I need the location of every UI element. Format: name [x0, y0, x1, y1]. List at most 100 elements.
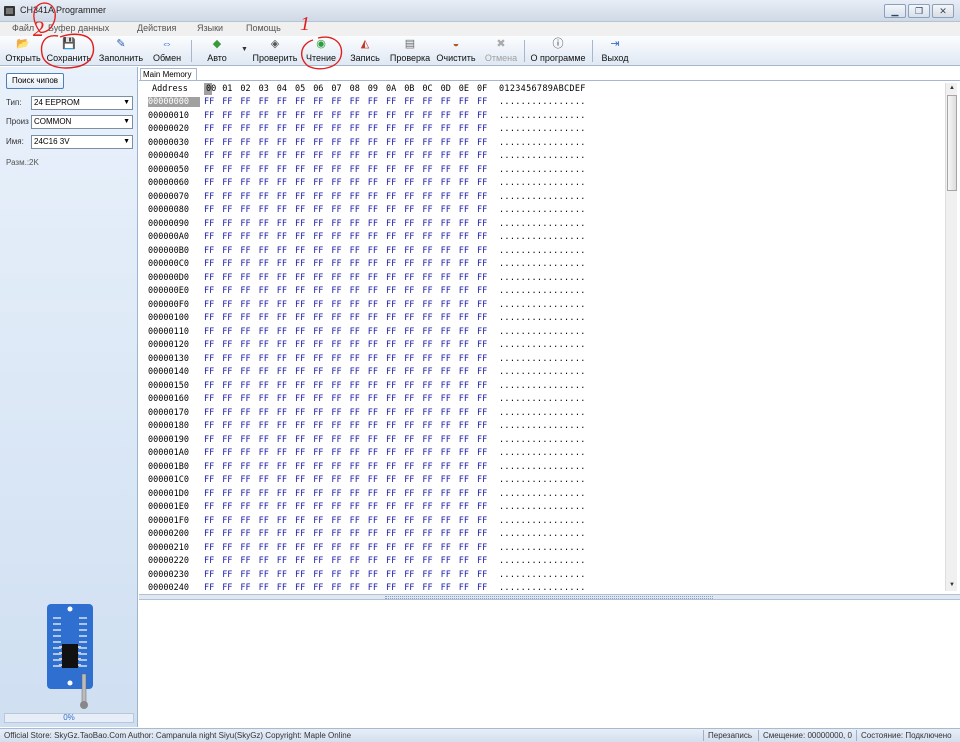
hex-byte[interactable]: FF	[368, 394, 378, 404]
hex-byte[interactable]: FF	[204, 529, 214, 539]
hex-byte[interactable]: FF	[350, 300, 360, 310]
hex-byte[interactable]: FF	[331, 273, 341, 283]
hex-byte[interactable]: FF	[313, 151, 323, 161]
hex-byte[interactable]: FF	[350, 111, 360, 121]
hex-byte[interactable]: FF	[404, 165, 414, 175]
hex-byte[interactable]: FF	[368, 273, 378, 283]
hex-byte[interactable]: FF	[259, 178, 269, 188]
hex-byte[interactable]: FF	[295, 111, 305, 121]
hex-byte[interactable]: FF	[368, 421, 378, 431]
hex-byte[interactable]: FF	[277, 489, 287, 499]
hex-byte[interactable]: FF	[368, 462, 378, 472]
hex-byte[interactable]: FF	[404, 556, 414, 566]
hex-byte[interactable]: FF	[204, 394, 214, 404]
hex-byte[interactable]: FF	[422, 246, 432, 256]
hex-byte[interactable]: FF	[350, 435, 360, 445]
hex-byte[interactable]: FF	[459, 313, 469, 323]
hex-byte[interactable]: FF	[295, 300, 305, 310]
hex-byte[interactable]: FF	[277, 570, 287, 580]
hex-byte[interactable]: FF	[313, 381, 323, 391]
hex-byte[interactable]: FF	[259, 286, 269, 296]
hex-byte[interactable]: FF	[313, 111, 323, 121]
hex-byte[interactable]: FF	[277, 462, 287, 472]
hex-byte[interactable]: FF	[331, 138, 341, 148]
hex-byte[interactable]: FF	[277, 313, 287, 323]
hex-byte[interactable]: FF	[368, 246, 378, 256]
hex-byte[interactable]: FF	[222, 151, 232, 161]
hex-byte[interactable]: FF	[477, 219, 487, 229]
hex-byte[interactable]: FF	[459, 286, 469, 296]
open-button[interactable]: 📂 Открыть	[4, 36, 42, 66]
hex-byte[interactable]: FF	[259, 232, 269, 242]
hex-byte[interactable]: FF	[477, 192, 487, 202]
hex-byte[interactable]: FF	[459, 259, 469, 269]
hex-byte[interactable]: FF	[204, 570, 214, 580]
hex-byte[interactable]: FF	[422, 205, 432, 215]
hex-byte[interactable]: FF	[331, 421, 341, 431]
hex-byte[interactable]: FF	[477, 151, 487, 161]
hex-byte[interactable]: FF	[441, 259, 451, 269]
hex-byte[interactable]: FF	[313, 516, 323, 526]
hex-byte[interactable]: FF	[331, 286, 341, 296]
hex-byte[interactable]: FF	[422, 178, 432, 188]
hex-byte[interactable]: FF	[277, 354, 287, 364]
hex-byte[interactable]: FF	[222, 205, 232, 215]
hex-byte[interactable]: FF	[386, 246, 396, 256]
splitter-grip[interactable]	[385, 596, 713, 599]
hex-byte[interactable]: FF	[404, 543, 414, 553]
hex-byte[interactable]: FF	[295, 178, 305, 188]
hex-byte[interactable]: FF	[422, 421, 432, 431]
hex-byte[interactable]: FF	[313, 354, 323, 364]
hex-byte[interactable]: FF	[422, 327, 432, 337]
hex-byte[interactable]: FF	[277, 205, 287, 215]
hex-byte[interactable]: FF	[350, 327, 360, 337]
hex-byte[interactable]: FF	[313, 529, 323, 539]
hex-byte[interactable]: FF	[295, 394, 305, 404]
hex-byte[interactable]: FF	[441, 583, 451, 591]
hex-byte[interactable]: FF	[259, 111, 269, 121]
hex-byte[interactable]: FF	[368, 165, 378, 175]
hex-byte[interactable]: FF	[204, 219, 214, 229]
hex-byte[interactable]: FF	[350, 205, 360, 215]
hex-byte[interactable]: FF	[259, 570, 269, 580]
scroll-up-icon[interactable]: ▲	[946, 83, 958, 94]
hex-byte[interactable]: FF	[350, 124, 360, 134]
hex-byte[interactable]: FF	[222, 489, 232, 499]
hex-byte[interactable]: FF	[459, 205, 469, 215]
hex-byte[interactable]: FF	[222, 124, 232, 134]
hex-byte[interactable]: FF	[422, 124, 432, 134]
hex-byte[interactable]: FF	[277, 394, 287, 404]
hex-byte[interactable]: FF	[422, 354, 432, 364]
hex-byte[interactable]: FF	[295, 286, 305, 296]
hex-byte[interactable]: FF	[386, 111, 396, 121]
hex-byte[interactable]: FF	[477, 421, 487, 431]
hex-byte[interactable]: FF	[422, 367, 432, 377]
hex-byte[interactable]: FF	[240, 340, 250, 350]
hex-byte[interactable]: FF	[350, 516, 360, 526]
hex-byte[interactable]: FF	[240, 232, 250, 242]
hex-byte[interactable]: FF	[313, 583, 323, 591]
hex-byte[interactable]: FF	[313, 556, 323, 566]
hex-byte[interactable]: FF	[368, 232, 378, 242]
hex-byte[interactable]: FF	[240, 502, 250, 512]
hex-byte[interactable]: FF	[404, 138, 414, 148]
hex-byte[interactable]: FF	[295, 327, 305, 337]
hex-byte[interactable]: FF	[331, 462, 341, 472]
hex-byte[interactable]: FF	[404, 111, 414, 121]
hex-byte[interactable]: FF	[313, 570, 323, 580]
hex-byte[interactable]: FF	[459, 273, 469, 283]
hex-byte[interactable]: FF	[240, 394, 250, 404]
hex-byte[interactable]: FF	[331, 556, 341, 566]
hex-byte[interactable]: FF	[386, 151, 396, 161]
hex-byte[interactable]: FF	[277, 502, 287, 512]
hex-byte[interactable]: FF	[350, 232, 360, 242]
hex-byte[interactable]: FF	[240, 354, 250, 364]
hex-byte[interactable]: FF	[240, 111, 250, 121]
hex-byte[interactable]: FF	[295, 219, 305, 229]
hex-byte[interactable]: FF	[350, 138, 360, 148]
hex-byte[interactable]: FF	[204, 502, 214, 512]
hex-byte[interactable]: FF	[459, 502, 469, 512]
hex-byte[interactable]: FF	[313, 340, 323, 350]
hex-byte[interactable]: FF	[313, 448, 323, 458]
hex-byte[interactable]: FF	[441, 192, 451, 202]
